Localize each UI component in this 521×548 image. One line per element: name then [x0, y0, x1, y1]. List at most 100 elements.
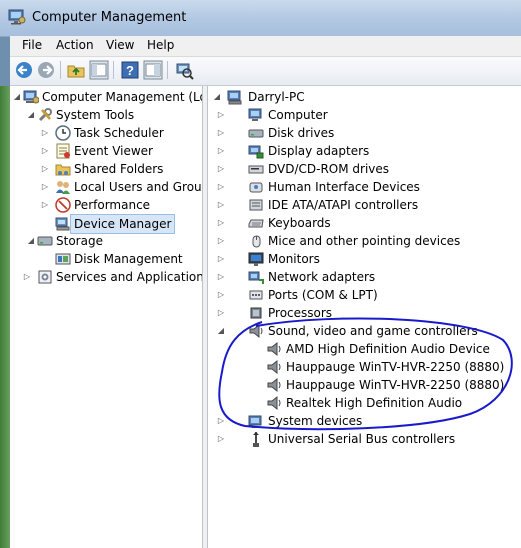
expand-arrow-icon[interactable]: ▷ [40, 160, 50, 178]
tree-item-label: Event Viewer [74, 144, 153, 158]
expand-arrow-icon[interactable]: ▷ [40, 124, 50, 142]
device-tree-item[interactable]: ▷ Keyboards [208, 214, 521, 232]
expand-arrow-icon[interactable]: ▷ [216, 160, 226, 178]
console-tree[interactable]: ◢ Computer Management (Local ◢ System To… [10, 86, 203, 548]
expand-arrow-icon[interactable]: ▷ [216, 430, 226, 448]
tree-item-system-tools[interactable]: ◢ System Tools [10, 106, 202, 124]
computer-icon [248, 107, 264, 123]
menu-help[interactable]: Help [145, 38, 176, 52]
collapse-arrow-icon[interactable]: ◢ [26, 232, 36, 250]
menu-file[interactable]: File [20, 38, 44, 52]
device-tree-item[interactable]: ▷ Monitors [208, 250, 521, 268]
title-bar[interactable]: Computer Management [0, 0, 521, 37]
tools-icon [37, 107, 53, 123]
expand-arrow-icon[interactable]: ▷ [216, 286, 226, 304]
device-tree-item[interactable]: ▷ Universal Serial Bus controllers [208, 430, 521, 448]
device-tree-item[interactable]: ▷ Ports (COM & LPT) [208, 286, 521, 304]
device-tree-item[interactable]: ▷ IDE ATA/ATAPI controllers [208, 196, 521, 214]
device-tree-item[interactable]: Hauppauge WinTV-HVR-2250 (8880) [208, 376, 521, 394]
tree-item-task-scheduler[interactable]: ▷ Task Scheduler [10, 124, 202, 142]
tree-item-label: System Tools [56, 108, 135, 122]
device-tree-item-label: Universal Serial Bus controllers [268, 432, 456, 446]
computer-management-icon [23, 89, 40, 105]
device-tree-item-label: DVD/CD-ROM drives [268, 162, 390, 176]
tree-item-event-viewer[interactable]: ▷ Event Viewer [10, 142, 202, 160]
expand-arrow-icon[interactable]: ▷ [216, 250, 226, 268]
tree-item-services-and-applications[interactable]: ▷ Services and Applications [10, 268, 202, 286]
device-tree-item[interactable]: ▷ Display adapters [208, 142, 521, 160]
computer-management-window: Computer Management File Action View Hel… [0, 0, 521, 548]
help-icon[interactable]: ? [120, 60, 140, 80]
scan-hardware-icon[interactable] [174, 60, 194, 80]
speaker-icon [266, 341, 282, 357]
device-tree[interactable]: ◢ Darryl-PC ▷ Computer ▷ Disk drives ▷ Displa… [207, 86, 521, 548]
device-tree-item[interactable]: Realtek High Definition Audio [208, 394, 521, 412]
processor-icon [248, 305, 264, 321]
menu-view[interactable]: View [104, 38, 136, 52]
device-tree-root[interactable]: ◢ Darryl-PC [208, 88, 521, 106]
expand-arrow-icon[interactable]: ▷ [216, 196, 226, 214]
expand-arrow-icon[interactable]: ▷ [216, 268, 226, 286]
device-tree-item[interactable]: ▷ Mice and other pointing devices [208, 232, 521, 250]
menu-action[interactable]: Action [54, 38, 96, 52]
disk-drive-icon [248, 125, 264, 141]
device-tree-item-label: Disk drives [268, 126, 335, 140]
tree-item-disk-management[interactable]: Disk Management [10, 250, 202, 268]
expand-arrow-icon[interactable]: ▷ [216, 214, 226, 232]
back-icon[interactable] [14, 60, 34, 80]
device-tree-item[interactable]: ▷ Disk drives [208, 124, 521, 142]
tree-item-local-users-and-groups[interactable]: ▷ Local Users and Groups [10, 178, 202, 196]
collapse-arrow-icon[interactable]: ◢ [212, 88, 222, 106]
device-tree-item[interactable]: ▷ DVD/CD-ROM drives [208, 160, 521, 178]
collapse-arrow-icon[interactable]: ◢ [12, 88, 22, 106]
tree-item-label: Performance [74, 198, 151, 212]
desktop-edge [0, 86, 10, 548]
expand-arrow-icon[interactable]: ▷ [216, 124, 226, 142]
expand-arrow-icon[interactable]: ▷ [40, 142, 50, 160]
device-tree-item[interactable]: ▷ Computer [208, 106, 521, 124]
device-tree-item[interactable]: ▷ Network adapters [208, 268, 521, 286]
device-tree-item[interactable]: Hauppauge WinTV-HVR-2250 (8880) [208, 358, 521, 376]
speaker-icon [266, 377, 282, 393]
expand-arrow-icon[interactable]: ▷ [216, 106, 226, 124]
tree-item-label: Storage [56, 234, 103, 248]
device-tree-item[interactable]: ▷ Processors [208, 304, 521, 322]
device-tree-item-label: Keyboards [268, 216, 331, 230]
tree-item-shared-folders[interactable]: ▷ Shared Folders [10, 160, 202, 178]
device-tree-item-label: Realtek High Definition Audio [286, 396, 463, 410]
properties-icon[interactable] [143, 60, 163, 80]
collapse-arrow-icon[interactable]: ◢ [216, 322, 226, 340]
device-tree-item-label: Monitors [268, 252, 320, 266]
expand-arrow-icon[interactable]: ▷ [216, 142, 226, 160]
up-folder-icon[interactable] [66, 60, 86, 80]
computer-icon [227, 89, 243, 105]
tree-item-performance[interactable]: ▷ Performance [10, 196, 202, 214]
device-manager-icon [55, 215, 71, 231]
expand-arrow-icon[interactable]: ▷ [216, 412, 226, 430]
services-icon [37, 269, 53, 285]
collapse-arrow-icon[interactable]: ◢ [26, 106, 36, 124]
expand-arrow-icon[interactable]: ▷ [22, 268, 32, 286]
expand-arrow-icon[interactable]: ▷ [40, 178, 50, 196]
expand-arrow-icon[interactable]: ▷ [216, 304, 226, 322]
tree-item-device-manager[interactable]: Device Manager [10, 214, 202, 234]
disk-management-icon [55, 251, 71, 267]
device-tree-item[interactable]: ◢ Sound, video and game controllers [208, 322, 521, 340]
device-tree-item-label: Mice and other pointing devices [268, 234, 461, 248]
show-hide-tree-icon[interactable] [89, 60, 109, 80]
device-tree-item[interactable]: ▷ System devices [208, 412, 521, 430]
expand-arrow-icon[interactable]: ▷ [216, 232, 226, 250]
device-tree-item[interactable]: ▷ Human Interface Devices [208, 178, 521, 196]
expand-arrow-icon[interactable]: ▷ [216, 178, 226, 196]
display-adapter-icon [248, 143, 264, 159]
forward-icon[interactable] [36, 60, 56, 80]
device-tree-item[interactable]: AMD High Definition Audio Device [208, 340, 521, 358]
device-tree-item-label: Human Interface Devices [268, 180, 420, 194]
speaker-icon [248, 323, 264, 339]
system-device-icon [248, 413, 264, 429]
expand-arrow-icon[interactable]: ▷ [40, 196, 50, 214]
tree-item-storage[interactable]: ◢ Storage [10, 232, 202, 250]
computer-management-icon [8, 9, 26, 25]
tree-item-computer-management[interactable]: ◢ Computer Management (Local [10, 88, 202, 106]
device-tree-item-label: Network adapters [268, 270, 376, 284]
